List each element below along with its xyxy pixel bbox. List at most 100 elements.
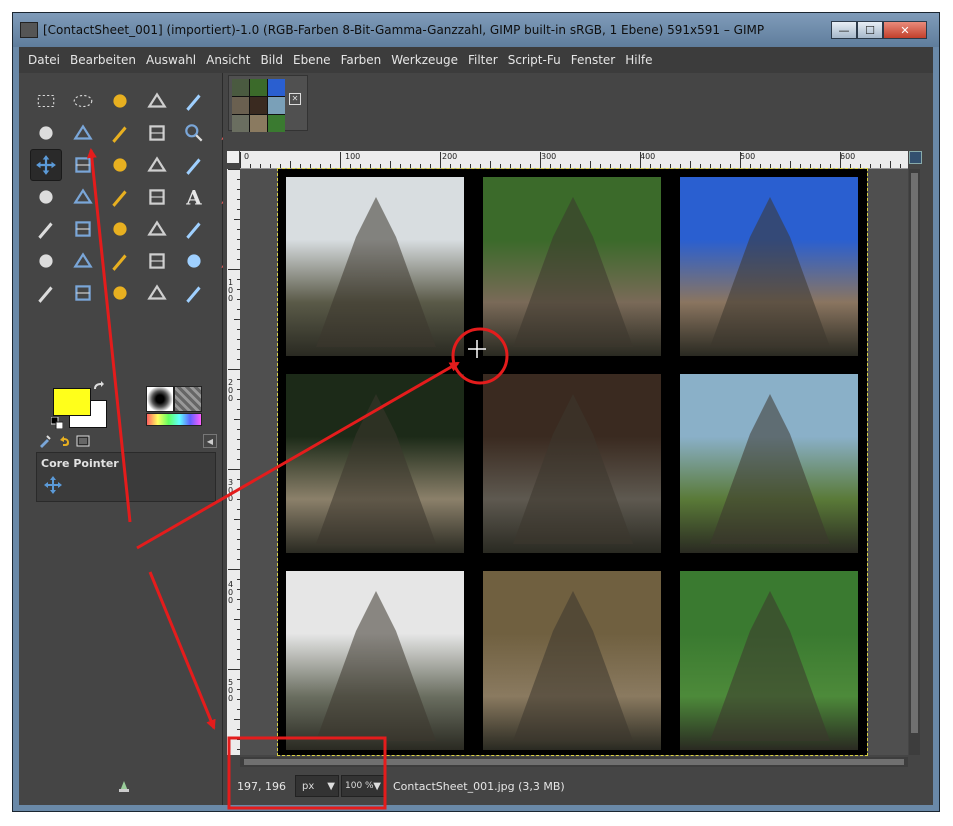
window-title: [ContactSheet_001] (importiert)-1.0 (RGB… — [43, 23, 765, 37]
perspective-icon[interactable] — [30, 181, 62, 213]
ruler-tick — [890, 161, 891, 168]
menu-ansicht[interactable]: Ansicht — [201, 53, 255, 67]
gradient-icon[interactable] — [30, 213, 62, 245]
fuzzy-select-icon[interactable] — [141, 85, 173, 117]
menu-script-fu[interactable]: Script-Fu — [503, 53, 566, 67]
pencil-icon[interactable] — [67, 213, 99, 245]
ruler-tick — [770, 164, 771, 168]
menu-ebene[interactable]: Ebene — [288, 53, 336, 67]
paths-icon[interactable] — [104, 117, 136, 149]
vertical-ruler[interactable]: 1 0 0 2 0 0 3 0 0 4 0 0 5 0 0 — [227, 169, 241, 755]
undo-history-tab-icon[interactable] — [55, 433, 72, 449]
handle-transform-icon[interactable] — [178, 277, 210, 309]
text-icon[interactable]: A — [178, 181, 210, 213]
photo-stone-head — [483, 374, 661, 553]
maximize-button[interactable]: ☐ — [857, 21, 883, 39]
perspective-clone-icon[interactable] — [141, 245, 173, 277]
crop-icon[interactable] — [104, 149, 136, 181]
ruler-tick — [228, 269, 240, 270]
ruler-tick-label: 500 — [740, 152, 756, 161]
menu-filter[interactable]: Filter — [463, 53, 503, 67]
ruler-tick — [780, 164, 781, 168]
menu-auswahl[interactable]: Auswahl — [141, 53, 201, 67]
unified-transform-icon[interactable] — [141, 277, 173, 309]
horizontal-scrollbar[interactable] — [240, 757, 908, 767]
blur-icon[interactable] — [178, 245, 210, 277]
rect-select-icon[interactable] — [30, 85, 62, 117]
gradient-preview[interactable] — [146, 413, 202, 426]
ruler-tick — [480, 164, 481, 168]
foreground-color-swatch[interactable] — [53, 388, 91, 416]
menu-fenster[interactable]: Fenster — [566, 53, 621, 67]
photo-stepped-pyramid — [286, 571, 464, 750]
levels-icon[interactable] — [67, 277, 99, 309]
color-picker-icon[interactable] — [141, 117, 173, 149]
ruler-tick — [228, 469, 240, 470]
scale-icon[interactable] — [178, 149, 210, 181]
curves-icon[interactable] — [104, 277, 136, 309]
panel-menu-icon[interactable]: ◀ — [203, 434, 217, 448]
menu-farben[interactable]: Farben — [336, 53, 387, 67]
brush-preview[interactable] — [146, 386, 174, 412]
gimp-app-icon — [20, 22, 38, 38]
unit-select[interactable]: px ▼ — [295, 775, 339, 797]
scissors-icon[interactable] — [30, 117, 62, 149]
quick-mask-toggle[interactable] — [227, 151, 239, 163]
ruler-tick — [870, 164, 871, 168]
ruler-tick — [228, 369, 240, 370]
canvas[interactable] — [240, 168, 908, 756]
menu-datei[interactable]: Datei — [23, 53, 65, 67]
eraser-icon[interactable] — [141, 213, 173, 245]
minimize-button[interactable]: — — [831, 21, 857, 39]
paintbrush-icon[interactable] — [104, 213, 136, 245]
pointer-coordinates: 197, 196 — [237, 780, 286, 793]
restore-defaults-icon[interactable] — [117, 779, 131, 793]
images-tab-icon[interactable] — [74, 433, 91, 449]
vertical-scrollbar-thumb[interactable] — [911, 173, 918, 733]
vertical-scrollbar[interactable] — [909, 169, 920, 755]
ruler-tick — [228, 669, 240, 670]
align-icon[interactable] — [67, 149, 99, 181]
zoom-magnify-icon[interactable] — [178, 117, 210, 149]
title-bar[interactable]: [ContactSheet_001] (importiert)-1.0 (RGB… — [13, 13, 939, 47]
ruler-tick — [380, 164, 381, 168]
transform3d-icon[interactable] — [67, 181, 99, 213]
mypaint-brush-icon[interactable] — [30, 245, 62, 277]
foreground-select-icon[interactable] — [67, 117, 99, 149]
clone-icon[interactable] — [67, 245, 99, 277]
pattern-preview[interactable] — [174, 386, 202, 412]
gimp-window: [ContactSheet_001] (importiert)-1.0 (RGB… — [12, 12, 940, 812]
horizontal-ruler[interactable]: 0 100 200 300 400 500 600 — [240, 151, 908, 169]
navigate-icon[interactable] — [909, 151, 922, 164]
airbrush-icon[interactable] — [178, 213, 210, 245]
tool-options-tab-icon[interactable] — [36, 433, 53, 449]
contact-sheet-image[interactable] — [277, 168, 868, 756]
heal-icon[interactable] — [104, 245, 136, 277]
dodge-burn-icon[interactable] — [30, 277, 62, 309]
default-colors-icon[interactable] — [51, 417, 63, 429]
ruler-tick-label: 400 — [640, 152, 656, 161]
horizontal-scrollbar-thumb[interactable] — [244, 759, 904, 765]
zoom-select[interactable]: 100 % ▼ — [341, 775, 385, 797]
rotate-icon[interactable] — [141, 149, 173, 181]
photo-pyramid-blue-sky — [680, 177, 858, 356]
close-button[interactable]: ✕ — [883, 21, 927, 39]
image-tab[interactable]: ✕ — [228, 75, 308, 132]
warp-icon[interactable] — [141, 181, 173, 213]
swap-colors-icon[interactable] — [93, 381, 105, 391]
lasso-icon[interactable] — [104, 85, 136, 117]
ruler-tick — [850, 164, 851, 168]
tab-close-icon[interactable]: ✕ — [289, 93, 301, 105]
flip-icon[interactable] — [104, 181, 136, 213]
status-bar: 197, 196 px ▼ 100 % ▼ ContactSheet_001.jpg… — [223, 772, 933, 802]
menu-hilfe[interactable]: Hilfe — [620, 53, 657, 67]
menu-werkzeuge[interactable]: Werkzeuge — [386, 53, 463, 67]
menu-bild[interactable]: Bild — [255, 53, 288, 67]
ruler-tick — [710, 164, 711, 168]
cage-transform-icon[interactable] — [178, 85, 210, 117]
chevron-down-icon: ▼ — [327, 781, 335, 792]
ellipse-select-icon[interactable] — [67, 85, 99, 117]
move-icon[interactable] — [30, 149, 62, 181]
ruler-tick — [860, 164, 861, 168]
menu-bearbeiten[interactable]: Bearbeiten — [65, 53, 141, 67]
